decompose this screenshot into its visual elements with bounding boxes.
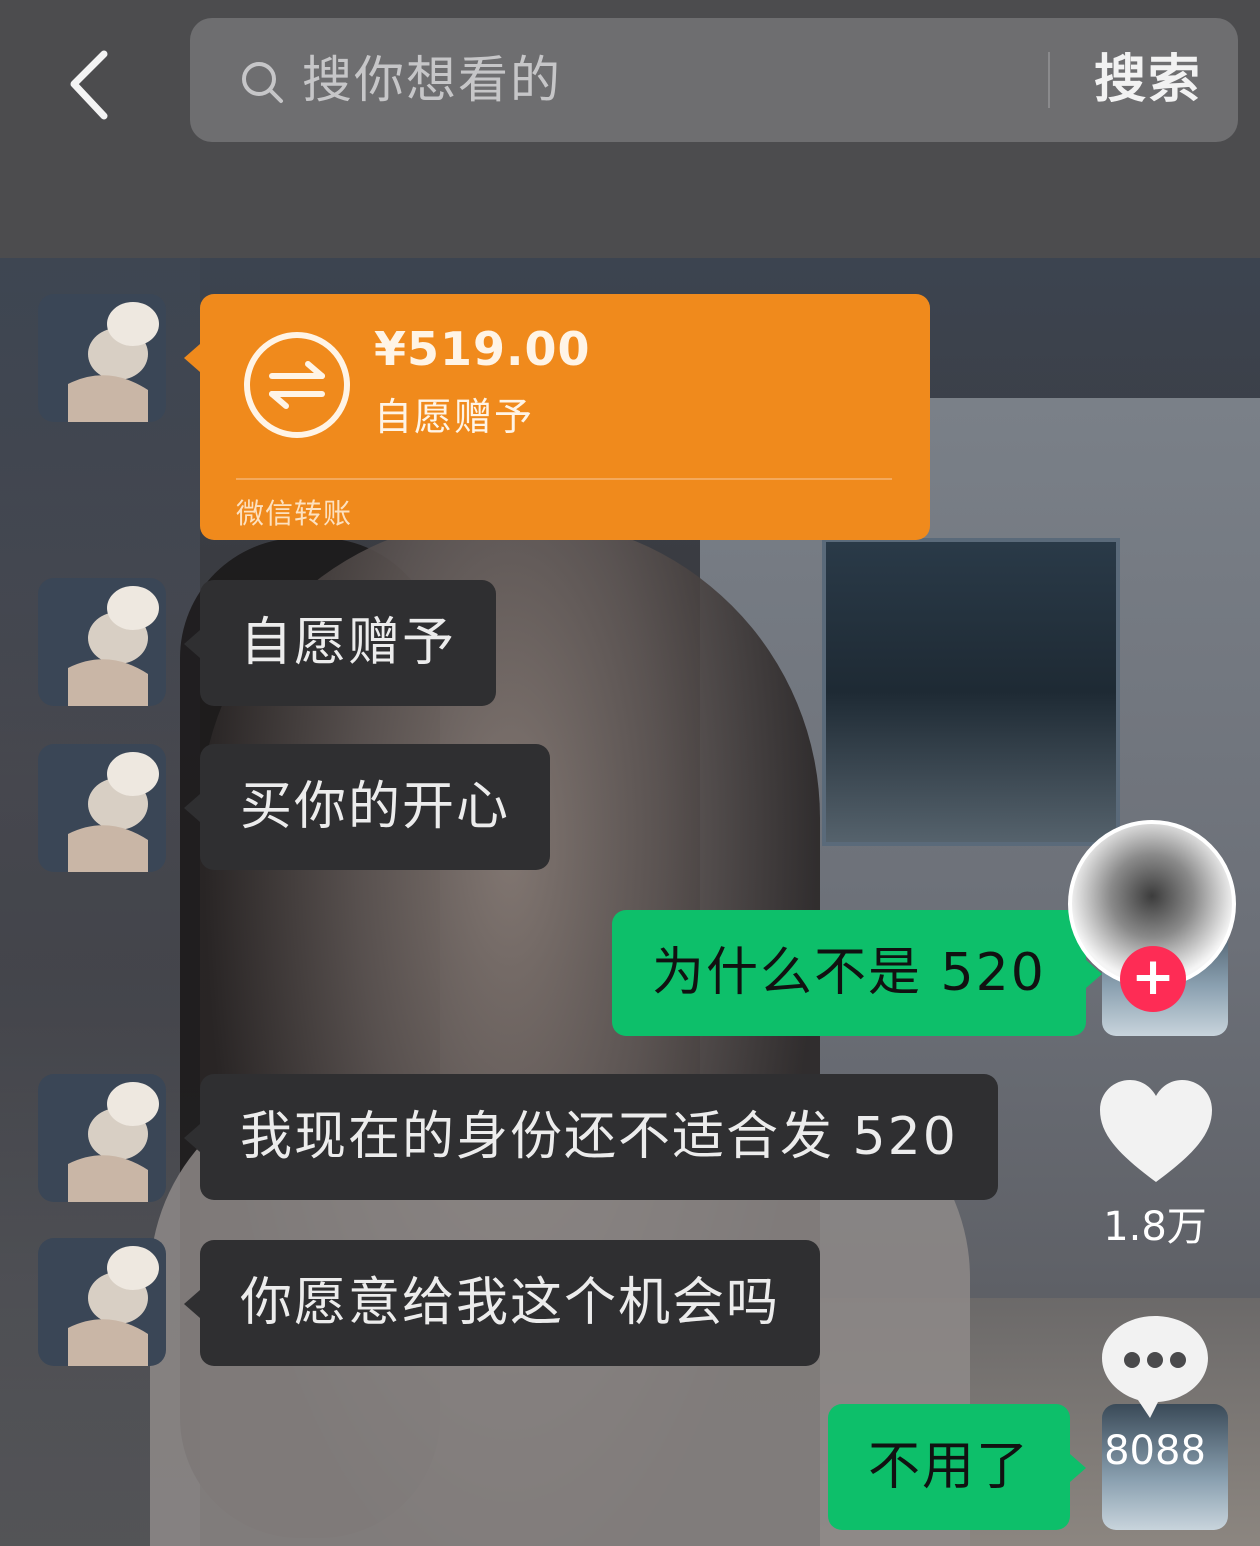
plus-icon[interactable]: + xyxy=(1120,946,1186,1012)
avatar[interactable] xyxy=(38,1238,166,1366)
transfer-divider xyxy=(236,478,892,480)
search-divider xyxy=(1048,52,1050,108)
avatar[interactable] xyxy=(38,294,166,422)
search-box[interactable]: 搜你想看的 搜索 xyxy=(190,18,1238,142)
search-button[interactable]: 搜索 xyxy=(1094,48,1202,112)
message-bubble-sent[interactable]: 为什么不是 520 xyxy=(612,910,1102,1036)
back-arrow-icon[interactable] xyxy=(60,40,130,130)
like-count: 1.8万 xyxy=(1103,1204,1207,1250)
search-icon xyxy=(240,60,284,104)
avatar[interactable] xyxy=(38,578,166,706)
message-bubble-received[interactable]: 自愿赠予 xyxy=(183,580,497,706)
comment-count: 8088 xyxy=(1104,1428,1206,1474)
avatar[interactable] xyxy=(38,1074,166,1202)
transfer-source-label: 微信转账 xyxy=(236,497,353,530)
heart-icon[interactable] xyxy=(1098,1078,1214,1188)
background-poster xyxy=(822,538,1120,846)
transfer-arrows-icon xyxy=(242,330,352,440)
top-bar: 搜你想看的 搜索 xyxy=(0,0,1260,260)
transfer-amount: ¥519.00 xyxy=(374,322,591,376)
search-input[interactable]: 搜你想看的 xyxy=(302,48,562,112)
avatar[interactable] xyxy=(38,744,166,872)
wechat-transfer-card[interactable]: ¥519.00 自愿赠予 微信转账 xyxy=(184,294,930,540)
transfer-note: 自愿赠予 xyxy=(374,395,535,439)
comment-icon[interactable] xyxy=(1098,1312,1212,1422)
message-bubble-received[interactable]: 买你的开心 xyxy=(183,744,551,870)
message-bubble-received[interactable]: 我现在的身份还不适合发 520 xyxy=(184,1074,998,1200)
message-bubble-received[interactable]: 你愿意给我这个机会吗 xyxy=(183,1240,821,1366)
message-bubble-sent[interactable]: 不用了 xyxy=(828,1404,1087,1530)
